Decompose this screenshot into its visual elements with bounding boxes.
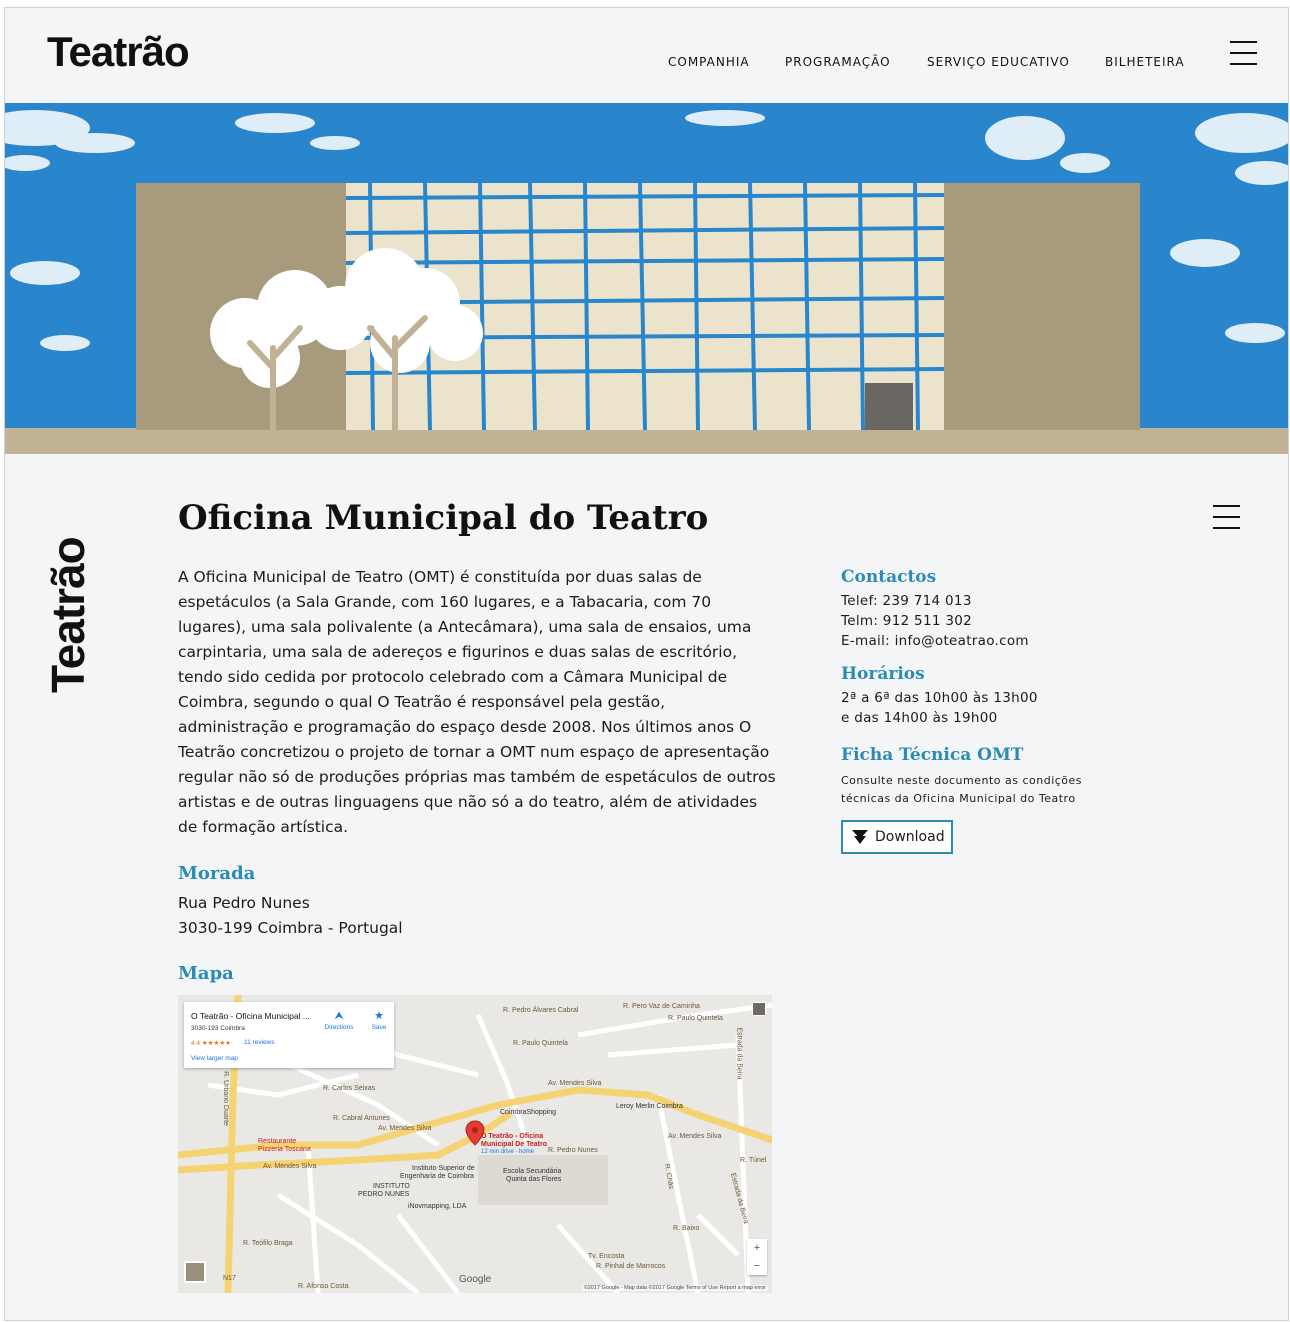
ficha-tecnica-heading: Ficha Técnica OMT <box>841 745 1024 765</box>
map-label: CoimbraShopping <box>500 1109 557 1116</box>
description-paragraph: A Oficina Municipal de Teatro (OMT) é co… <box>178 568 776 836</box>
map-label: Escola Secundária <box>503 1168 562 1175</box>
map-label: Pizzeria Toscana <box>258 1146 311 1153</box>
map-label: Estrada da Beira <box>735 1027 743 1080</box>
map-label: N17 <box>223 1275 236 1282</box>
ficha-desc-line-1: Consulte neste documento as condições <box>841 774 1083 787</box>
save-button[interactable]: ★ Save <box>364 1008 394 1031</box>
horario-line-2: e das 14h00 às 19h00 <box>841 710 998 726</box>
google-logo: Google <box>459 1274 492 1285</box>
hero-illustration <box>5 103 1288 454</box>
map-marker-label[interactable]: Municipal De Teatro <box>481 1141 547 1148</box>
contactos-heading: Contactos <box>841 567 937 587</box>
directions-label: Directions <box>324 1024 354 1031</box>
map-label: R. Pedro Álvares Cabral <box>503 1007 579 1014</box>
map-marker-sublabel: 12 min drive · home <box>481 1149 535 1155</box>
horario-line-1: 2ª a 6ª das 10h00 às 13h00 <box>841 690 1038 706</box>
download-arrow-icon <box>852 830 868 844</box>
phone-telef: Telef: 239 714 013 <box>841 593 972 609</box>
map-label: Av. Mendes Silva <box>378 1125 432 1132</box>
nav-companhia[interactable]: COMPANHIA <box>668 55 750 69</box>
map-label: R. Baixo <box>673 1225 700 1232</box>
map-label: Av. Mendes Silva <box>548 1080 602 1087</box>
map-label: R. Pedro Nunes <box>548 1147 598 1154</box>
morada-heading: Morada <box>178 863 256 884</box>
download-label: Download <box>875 829 945 845</box>
save-star-icon: ★ <box>374 1010 384 1022</box>
map-label: R. Carlos Seixas <box>323 1085 376 1092</box>
address-line-2: 3030-199 Coimbra - Portugal <box>178 919 403 937</box>
menu-icon[interactable] <box>1230 41 1257 65</box>
map-label: Leroy Merlin Coimbra <box>616 1103 683 1110</box>
map-label: R. Pero Vaz de Caminha <box>623 1003 700 1010</box>
mapa-heading: Mapa <box>178 963 234 984</box>
menu-icon-secondary[interactable] <box>1213 505 1240 529</box>
save-label: Save <box>371 1024 387 1031</box>
map-label: R. Túnel <box>740 1157 767 1164</box>
map-label: R. Afonso Costa <box>298 1283 349 1290</box>
view-larger-map-link[interactable]: View larger map <box>191 1055 238 1062</box>
nav-servico-educativo[interactable]: SERVIÇO EDUCATIVO <box>927 55 1070 69</box>
map-label: Instituto Superior de <box>412 1165 475 1172</box>
site-header: Teatrão COMPANHIA PROGRAMAÇÃO SERVIÇO ED… <box>5 8 1288 103</box>
map-label: R. Pinhal de Marrocos <box>596 1263 666 1270</box>
map-label: R. Paulo Quintela <box>668 1015 723 1022</box>
site-logo[interactable]: Teatrão <box>47 28 190 76</box>
zoom-in-button[interactable]: + <box>747 1239 767 1257</box>
google-map[interactable]: R. Pedro Álvares Cabral R. Pero Vaz de C… <box>178 995 772 1293</box>
map-label: R. Paulo Quintela <box>513 1040 568 1047</box>
map-card-title: O Teatrão - Oficina Municipal ... <box>191 1011 310 1021</box>
map-street-view-avatar[interactable] <box>752 1002 766 1016</box>
map-label: R. Teófilo Braga <box>243 1240 293 1247</box>
address-line-1: Rua Pedro Nunes <box>178 894 310 912</box>
map-label: PEDRO NUNES <box>358 1191 410 1198</box>
horarios-heading: Horários <box>841 664 925 684</box>
map-attribution: ©2017 Google - Map data ©2017 Google Ter… <box>581 1285 768 1291</box>
map-place-card: O Teatrão - Oficina Municipal ... 3030-1… <box>184 1002 394 1068</box>
map-label: R. Cabral Antunes <box>333 1115 390 1122</box>
zoom-out-button[interactable]: − <box>747 1257 767 1275</box>
map-marker-label[interactable]: O Teatrão - Oficina <box>481 1133 543 1140</box>
map-label: Engenharia de Coimbra <box>400 1173 474 1180</box>
map-satellite-thumbnail[interactable] <box>184 1261 206 1283</box>
map-card-rating: 4.4 ★★★★★ <box>191 1040 231 1047</box>
theatre-building-illustration <box>5 103 1288 454</box>
map-label: INSTITUTO <box>373 1183 410 1190</box>
download-button[interactable]: Download <box>841 820 953 854</box>
map-label: Av. Mendes Silva <box>668 1133 722 1140</box>
map-label: Quinta das Flores <box>506 1176 562 1183</box>
nav-bilheteira[interactable]: BILHETEIRA <box>1105 55 1185 69</box>
map-label: R. Urbano Duarte <box>221 1071 229 1126</box>
ficha-desc-line-2: técnicas da Oficina Municipal do Teatro <box>841 792 1076 805</box>
map-label: Restaurante <box>258 1138 297 1145</box>
page-frame: Teatrão COMPANHIA PROGRAMAÇÃO SERVIÇO ED… <box>4 7 1289 1321</box>
directions-button[interactable]: ⮝ Directions <box>319 1008 359 1031</box>
phone-telm: Telm: 912 511 302 <box>841 613 972 629</box>
directions-icon: ⮝ <box>334 1010 344 1022</box>
nav-programacao[interactable]: PROGRAMAÇÃO <box>785 55 891 69</box>
map-zoom-control[interactable]: + − <box>747 1239 767 1275</box>
page-title: Oficina Municipal do Teatro <box>178 498 709 538</box>
email-contact[interactable]: E-mail: info@oteatrao.com <box>841 633 1029 649</box>
map-label: Av. Mendes Silva <box>263 1163 317 1170</box>
map-card-reviews-link[interactable]: 11 reviews <box>244 1039 275 1046</box>
side-logo[interactable]: Teatrão <box>41 537 95 693</box>
map-card-address: 3030-193 Coimbra <box>191 1025 245 1032</box>
map-label: Tv. Encosta <box>588 1253 625 1260</box>
map-label: iNovmapping, LDA <box>408 1203 467 1210</box>
